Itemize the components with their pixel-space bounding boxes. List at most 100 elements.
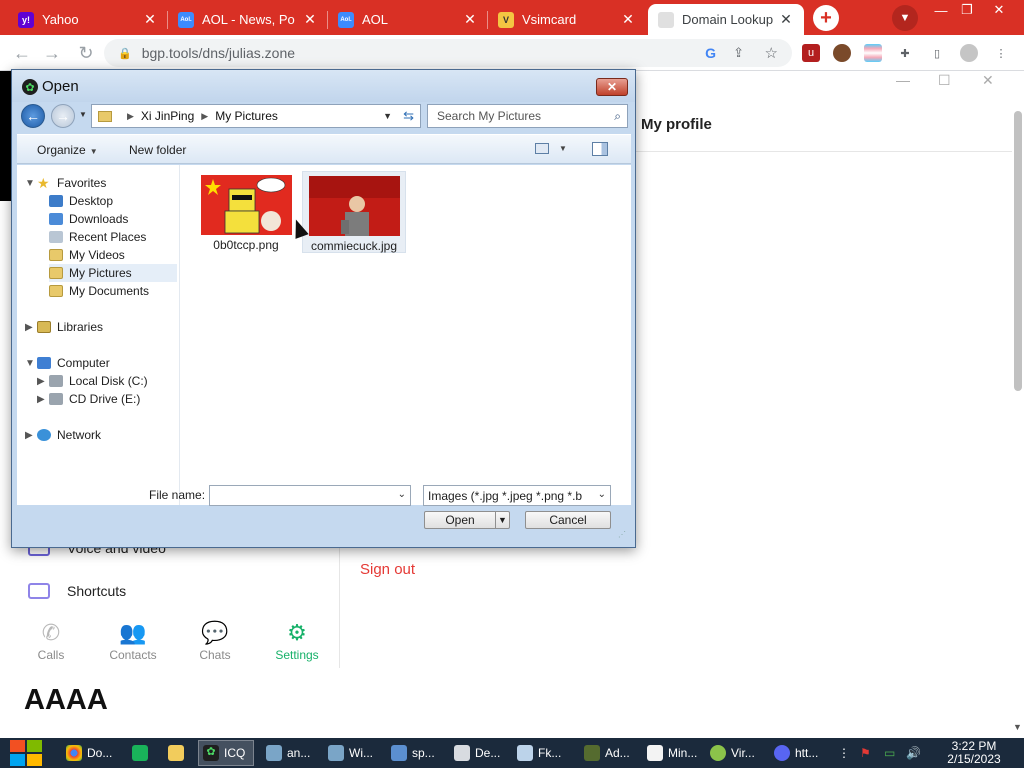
- resize-grip-icon[interactable]: ⋰: [618, 530, 626, 539]
- network-tray-icon[interactable]: ▭: [884, 746, 895, 760]
- breadcrumb-item[interactable]: My Pictures: [215, 109, 278, 123]
- start-button[interactable]: [10, 740, 44, 766]
- back-arrow-icon[interactable]: ←: [21, 104, 45, 128]
- tree-my-videos[interactable]: My Videos: [49, 246, 125, 264]
- puzzle-icon[interactable]: ✚: [896, 44, 914, 62]
- back-arrow-icon[interactable]: ←: [10, 41, 34, 65]
- taskbar-item[interactable]: De...: [450, 740, 508, 766]
- menu-kebab-icon[interactable]: ⋮: [992, 44, 1010, 62]
- taskbar-item[interactable]: [128, 740, 156, 766]
- flag-icon[interactable]: ⚑: [860, 746, 871, 760]
- tab-domain-lookup[interactable]: Domain Lookup ✕: [648, 4, 804, 35]
- close-icon[interactable]: ✕: [142, 11, 158, 28]
- chevron-down-icon[interactable]: ▼: [383, 111, 392, 121]
- refresh-icon[interactable]: ⇆: [403, 108, 414, 124]
- chevron-right-icon[interactable]: ▶: [25, 322, 35, 333]
- search-input[interactable]: Search My Pictures ⌕: [427, 104, 628, 128]
- menu-shortcuts[interactable]: Shortcuts: [67, 583, 126, 599]
- breadcrumb[interactable]: ▶ Xi JinPing ▶ My Pictures ▼ ⇆: [91, 104, 421, 128]
- tree-computer[interactable]: ▼ Computer: [25, 354, 110, 372]
- taskbar-item[interactable]: Fk...: [513, 740, 571, 766]
- flag-extension-icon[interactable]: [864, 44, 882, 62]
- nav-chats[interactable]: 💬 Chats: [175, 618, 255, 662]
- organize-button[interactable]: Organize ▼: [37, 143, 98, 157]
- taskbar-item[interactable]: sp...: [387, 740, 445, 766]
- forward-arrow-icon[interactable]: →: [51, 104, 75, 128]
- sign-out-link[interactable]: Sign out: [360, 561, 415, 578]
- new-folder-button[interactable]: New folder: [129, 143, 186, 157]
- icq-close-icon[interactable]: ✕: [982, 72, 994, 89]
- chevron-right-icon[interactable]: ▶: [37, 376, 47, 387]
- taskbar-item[interactable]: an...: [262, 740, 320, 766]
- tree-my-documents[interactable]: My Documents: [49, 282, 149, 300]
- close-icon[interactable]: ✕: [462, 11, 478, 28]
- chevron-down-icon[interactable]: ▼: [25, 178, 35, 189]
- tree-cd-drive[interactable]: ▶ CD Drive (E:): [37, 390, 140, 408]
- taskbar-item[interactable]: htt...: [770, 740, 828, 766]
- google-icon[interactable]: G: [705, 45, 716, 61]
- view-icon[interactable]: [535, 143, 549, 154]
- new-tab-button[interactable]: +: [813, 5, 839, 31]
- nav-contacts[interactable]: 👥 Contacts: [93, 618, 173, 662]
- cancel-button[interactable]: Cancel: [525, 511, 611, 529]
- tree-local-disk[interactable]: ▶ Local Disk (C:): [37, 372, 148, 390]
- tab-search-button[interactable]: ▼: [892, 5, 918, 31]
- file-name-field[interactable]: ⌄: [209, 485, 411, 506]
- chevron-right-icon[interactable]: ▶: [201, 111, 208, 122]
- side-panel-icon[interactable]: ▯: [928, 44, 946, 62]
- reload-icon[interactable]: ↻: [74, 41, 98, 65]
- file-type-select[interactable]: Images (*.jpg *.jpeg *.png *.b ⌄: [423, 485, 611, 506]
- close-icon[interactable]: ✕: [620, 11, 636, 28]
- icq-minimize-icon[interactable]: —: [896, 72, 910, 88]
- window-close-button[interactable]: ✕: [984, 0, 1014, 20]
- tree-network[interactable]: ▶ Network: [25, 426, 101, 444]
- chevron-down-icon[interactable]: ▼: [495, 512, 509, 528]
- close-icon[interactable]: ✕: [778, 11, 794, 28]
- chevron-down-icon[interactable]: ▼: [79, 110, 87, 119]
- ublock-icon[interactable]: u: [802, 44, 820, 62]
- tree-libraries[interactable]: ▶ Libraries: [25, 318, 103, 336]
- taskbar-item[interactable]: Ad...: [580, 740, 638, 766]
- tree-desktop[interactable]: Desktop: [49, 192, 113, 210]
- tab-aol-news[interactable]: Aol. AOL - News, Po ✕: [168, 4, 328, 35]
- scrollbar[interactable]: [1012, 71, 1024, 731]
- taskbar-item[interactable]: Wi...: [324, 740, 382, 766]
- chevron-right-icon[interactable]: ▶: [127, 111, 134, 122]
- breadcrumb-item[interactable]: Xi JinPing: [141, 109, 194, 123]
- nav-calls[interactable]: ✆ Calls: [11, 618, 91, 662]
- icq-maximize-icon[interactable]: ☐: [938, 72, 951, 89]
- chevron-down-icon[interactable]: ⌄: [398, 489, 406, 500]
- volume-icon[interactable]: 🔊: [906, 746, 921, 760]
- bookmark-star-icon[interactable]: ☆: [765, 44, 778, 62]
- close-icon[interactable]: ✕: [302, 11, 318, 28]
- search-icon[interactable]: ⌕: [614, 109, 621, 124]
- tab-yahoo[interactable]: y! Yahoo ✕: [8, 4, 168, 35]
- chevron-down-icon[interactable]: ▼: [25, 358, 35, 369]
- tab-aol[interactable]: Aol. AOL ✕: [328, 4, 488, 35]
- file-item[interactable]: commiecuck.jpg: [302, 171, 406, 253]
- dialog-title-bar[interactable]: ✿ Open ✕: [12, 70, 635, 102]
- share-icon[interactable]: ⇪: [733, 45, 744, 61]
- tree-my-pictures[interactable]: My Pictures: [49, 264, 177, 282]
- tray-overflow-icon[interactable]: ⋮: [838, 746, 850, 760]
- nav-settings[interactable]: ⚙ Settings: [257, 618, 337, 662]
- scrollbar-thumb[interactable]: [1014, 111, 1022, 391]
- forward-arrow-icon[interactable]: →: [40, 41, 64, 65]
- taskbar-item[interactable]: Vir...: [706, 740, 764, 766]
- chevron-down-icon[interactable]: ⌄: [597, 489, 606, 500]
- preview-pane-icon[interactable]: [592, 142, 608, 156]
- extension-avatar-icon[interactable]: [833, 44, 851, 62]
- tree-downloads[interactable]: Downloads: [49, 210, 128, 228]
- tree-recent-places[interactable]: Recent Places: [49, 228, 146, 246]
- taskbar-item[interactable]: Min...: [643, 740, 701, 766]
- chevron-right-icon[interactable]: ▶: [25, 430, 35, 441]
- address-bar[interactable]: 🔒 bgp.tools/dns/julias.zone G ⇪ ☆: [104, 39, 792, 67]
- taskbar-item[interactable]: Do...: [62, 740, 118, 766]
- open-button[interactable]: Open ▼: [424, 511, 510, 529]
- chevron-right-icon[interactable]: ▶: [37, 394, 47, 405]
- file-item[interactable]: 0b0tccp.png: [194, 171, 298, 253]
- taskbar-item[interactable]: [164, 740, 192, 766]
- profile-avatar-icon[interactable]: [960, 44, 978, 62]
- system-clock[interactable]: 3:22 PM 2/15/2023: [934, 740, 1014, 766]
- tree-favorites[interactable]: ▼ ★ Favorites: [25, 174, 106, 192]
